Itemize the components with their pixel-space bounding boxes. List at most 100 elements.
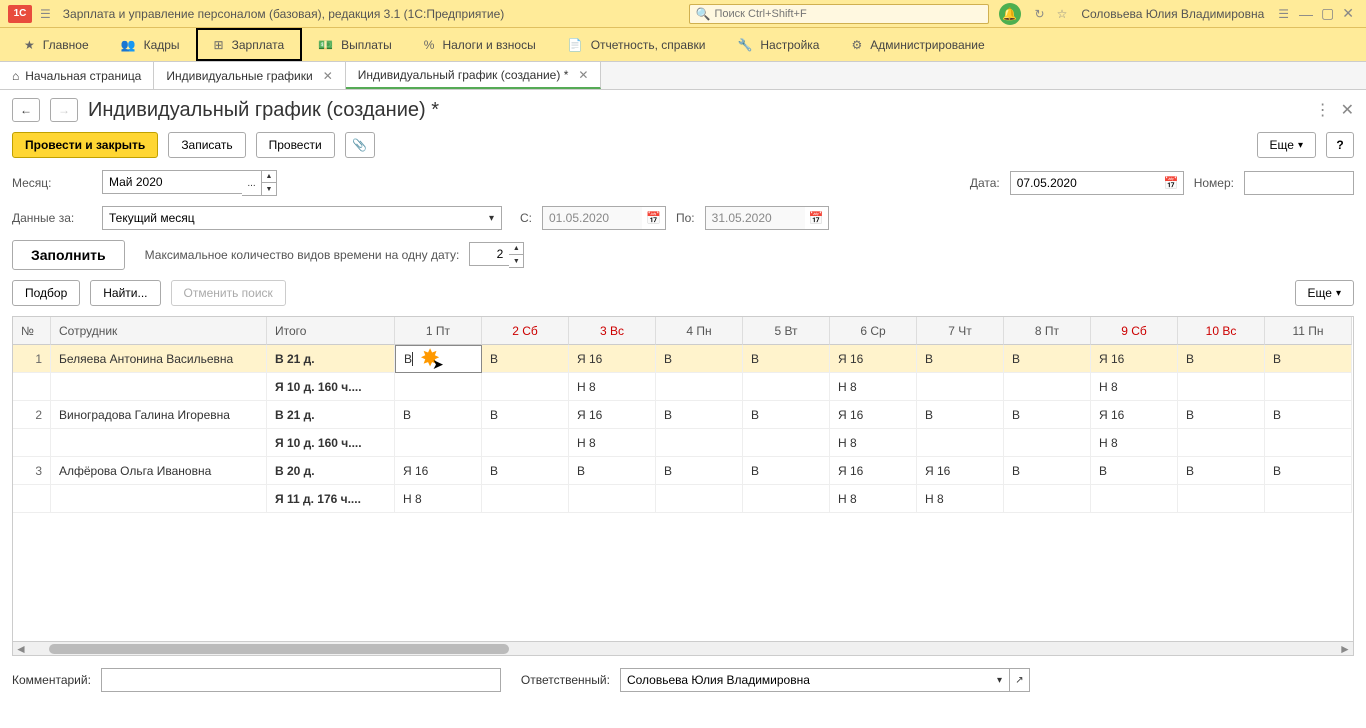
filter-icon[interactable]: ☰ [1278,7,1289,21]
col-header[interactable]: 6 Ср [830,317,917,345]
col-header[interactable]: № [13,317,51,345]
nav-Выплаты[interactable]: 💵Выплаты [302,28,408,61]
month-up-button[interactable]: ▲ [262,171,276,183]
responsible-open-button[interactable]: ↗ [1010,668,1030,692]
max-types-input[interactable] [469,242,509,266]
search-box[interactable]: 🔍 [689,4,989,24]
help-button[interactable]: ? [1326,132,1354,158]
save-button[interactable]: Записать [168,132,245,158]
row-number[interactable] [13,429,51,457]
day-cell[interactable]: В [656,345,743,373]
day-cell[interactable] [656,373,743,401]
day-cell[interactable]: В [482,345,569,373]
day-cell[interactable]: В [395,401,482,429]
day-cell[interactable]: В [1265,345,1352,373]
total-cell[interactable]: В 21 д. [267,345,395,373]
day-cell[interactable] [395,429,482,457]
col-header[interactable]: 3 Вс [569,317,656,345]
day-cell[interactable]: В [482,401,569,429]
col-header[interactable]: 5 Вт [743,317,830,345]
day-cell[interactable]: В [743,401,830,429]
col-header[interactable]: Сотрудник [51,317,267,345]
day-cell[interactable]: Я 16 [830,457,917,485]
day-cell[interactable]: В [1265,401,1352,429]
tab[interactable]: Индивидуальный график (создание) *✕ [346,62,602,89]
day-cell[interactable] [917,429,1004,457]
nav-Кадры[interactable]: 👥Кадры [105,28,196,61]
day-cell[interactable] [1004,373,1091,401]
day-cell[interactable]: В [656,457,743,485]
date-calendar-button[interactable]: 📅 [1160,171,1184,195]
day-cell[interactable] [1178,429,1265,457]
to-calendar-button[interactable]: 📅 [805,206,829,230]
tab-close-icon[interactable]: ✕ [578,68,588,82]
from-calendar-button[interactable]: 📅 [642,206,666,230]
day-cell[interactable] [482,485,569,513]
day-cell[interactable] [743,429,830,457]
scroll-thumb[interactable] [49,644,509,654]
col-header[interactable]: 4 Пн [656,317,743,345]
day-cell[interactable]: Я 16 [1091,345,1178,373]
nav-Отчетность, справки[interactable]: 📄Отчетность, справки [552,28,722,61]
day-cell[interactable]: В [1265,457,1352,485]
maximize-button[interactable]: ▢ [1321,5,1334,22]
menu-icon[interactable]: ☰ [40,7,51,21]
day-cell[interactable]: В [917,345,1004,373]
day-cell[interactable] [917,373,1004,401]
forward-button[interactable]: → [50,98,78,122]
col-header[interactable]: 11 Пн [1265,317,1352,345]
day-cell[interactable] [569,485,656,513]
day-cell[interactable] [1265,373,1352,401]
history-icon[interactable]: ↻ [1035,7,1045,21]
day-cell[interactable]: В [1091,457,1178,485]
col-header[interactable]: 8 Пт [1004,317,1091,345]
total-cell[interactable]: В 21 д. [267,401,395,429]
row-number[interactable]: 3 [13,457,51,485]
day-cell[interactable]: В [1178,345,1265,373]
day-cell[interactable]: В [743,345,830,373]
col-header[interactable]: Итого [267,317,395,345]
row-number[interactable]: 1 [13,345,51,373]
fill-button[interactable]: Заполнить [12,240,125,270]
day-cell[interactable]: Н 8 [1091,373,1178,401]
comment-input[interactable] [101,668,501,692]
tab-close-icon[interactable]: ✕ [323,69,333,83]
find-button[interactable]: Найти... [90,280,160,306]
month-down-button[interactable]: ▼ [262,183,276,195]
col-header[interactable]: 9 Сб [1091,317,1178,345]
day-cell[interactable]: В [1004,401,1091,429]
month-input[interactable] [102,170,242,194]
horizontal-scrollbar[interactable]: ◄ ► [13,641,1353,655]
data-for-dropdown-button[interactable]: ▾ [482,206,502,230]
day-cell[interactable] [482,373,569,401]
nav-Главное[interactable]: ★Главное [8,28,105,61]
day-cell[interactable]: В [1004,345,1091,373]
employee-cell[interactable]: Виноградова Галина Игоревна [51,401,267,429]
favorite-icon[interactable]: ☆ [1057,7,1068,21]
day-cell[interactable]: Н 8 [830,373,917,401]
max-types-down-button[interactable]: ▼ [509,255,523,267]
row-number[interactable] [13,485,51,513]
data-for-input[interactable] [102,206,482,230]
nav-Налоги и взносы[interactable]: %Налоги и взносы [408,28,552,61]
day-cell[interactable] [1004,485,1091,513]
day-cell[interactable] [1091,485,1178,513]
day-cell[interactable]: Я 16 [917,457,1004,485]
day-cell[interactable] [482,429,569,457]
nav-Зарплата[interactable]: ⊞Зарплата [196,28,303,61]
day-cell[interactable] [1178,373,1265,401]
day-cell[interactable]: В [917,401,1004,429]
attach-button[interactable]: 📎 [345,132,375,158]
day-cell[interactable] [1265,429,1352,457]
tab[interactable]: ⌂Начальная страница [0,62,154,89]
user-name[interactable]: Соловьева Юлия Владимировна [1081,7,1264,21]
responsible-input[interactable] [620,668,990,692]
tab[interactable]: Индивидуальные графики✕ [154,62,345,89]
col-header[interactable]: 2 Сб [482,317,569,345]
select-button[interactable]: Подбор [12,280,80,306]
scroll-right-icon[interactable]: ► [1337,642,1353,656]
employee-cell[interactable]: Алфёрова Ольга Ивановна [51,457,267,485]
post-and-close-button[interactable]: Провести и закрыть [12,132,158,158]
minimize-button[interactable]: — [1299,6,1313,22]
day-cell[interactable]: В [1178,401,1265,429]
